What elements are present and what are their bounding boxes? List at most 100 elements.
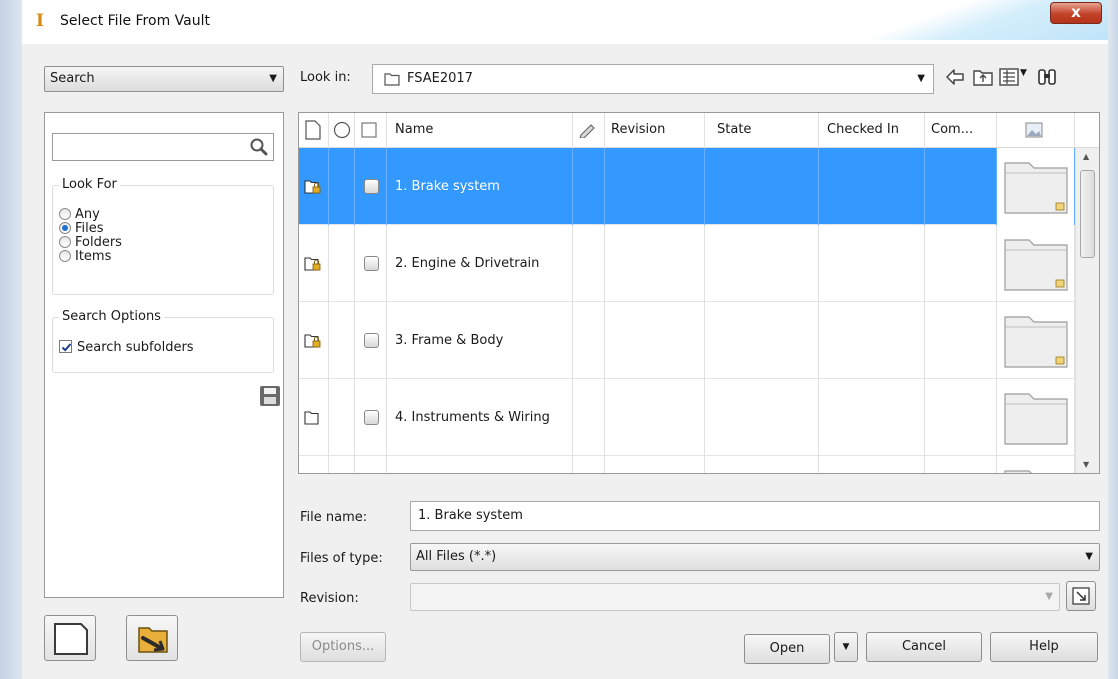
radio-files-label: Files <box>75 221 104 236</box>
radio-files[interactable]: Files <box>59 222 104 236</box>
row-comment-cell <box>925 148 997 225</box>
window-title: Select File From Vault <box>60 13 210 29</box>
look-for-legend: Look For <box>59 177 120 192</box>
row-checkbox[interactable] <box>364 179 379 194</box>
folder-icon <box>384 73 400 86</box>
save-search-icon[interactable] <box>259 385 281 407</box>
row-type-cell <box>299 302 329 379</box>
table-row[interactable]: 4. Instruments & Wiring <box>299 379 1075 456</box>
table-row[interactable] <box>299 456 1075 473</box>
row-status-cell <box>329 456 355 473</box>
row-comment-cell <box>925 456 997 473</box>
radio-folders[interactable]: Folders <box>59 236 122 250</box>
scrollbar-thumb[interactable] <box>1080 170 1095 258</box>
row-checked-in-cell <box>819 225 925 302</box>
row-thumbnail-cell <box>997 148 1075 225</box>
search-subfolders-checkbox[interactable] <box>59 340 72 353</box>
file-list[interactable]: Name Revision State Checked In Com... 1.… <box>298 112 1100 474</box>
window-frame-left <box>0 0 22 679</box>
column-revision[interactable]: Revision <box>597 113 705 148</box>
row-checkbox[interactable] <box>364 256 379 271</box>
checkbox-header-icon <box>361 122 377 138</box>
pencil-icon <box>579 124 595 139</box>
radio-files-button[interactable] <box>59 222 71 234</box>
radio-any-button[interactable] <box>59 208 71 220</box>
files-of-type-select[interactable]: All Files (*.*) ▼ <box>410 543 1100 571</box>
row-state-cell <box>705 148 819 225</box>
scroll-up-icon[interactable]: ▲ <box>1083 152 1089 161</box>
new-file-button[interactable] <box>44 615 96 661</box>
look-in-select[interactable]: FSAE2017 ▼ <box>372 64 934 94</box>
row-edit-cell <box>573 379 605 456</box>
row-edit-cell <box>573 456 605 473</box>
window-frame-right <box>1108 0 1118 679</box>
search-input[interactable] <box>52 133 274 161</box>
radio-items-button[interactable] <box>59 250 71 262</box>
folder-thumbnail-icon <box>1004 393 1068 445</box>
column-name[interactable]: Name <box>387 113 573 148</box>
column-comment[interactable]: Com... <box>925 113 997 148</box>
find-binoculars-icon[interactable] <box>1036 66 1058 88</box>
chevron-down-icon: ▼ <box>269 73 277 84</box>
help-button[interactable]: Help <box>990 632 1098 662</box>
row-checkbox-cell <box>355 456 387 473</box>
search-icon[interactable] <box>249 137 269 157</box>
look-in-label: Look in: <box>300 70 351 85</box>
scroll-down-icon[interactable]: ▼ <box>1083 460 1089 469</box>
locked-folder-icon <box>304 257 321 271</box>
row-comment-cell <box>925 302 997 379</box>
row-checkbox[interactable] <box>364 410 379 425</box>
row-revision-cell <box>605 148 705 225</box>
row-edit-cell <box>573 302 605 379</box>
title-bar[interactable]: I Select File From Vault x <box>22 0 1108 44</box>
open-options-dropdown[interactable]: ▼ <box>834 632 858 662</box>
open-folder-arrow-icon <box>138 627 168 653</box>
row-revision-cell <box>605 379 705 456</box>
row-type-cell <box>299 225 329 302</box>
column-type[interactable] <box>299 113 329 148</box>
table-row[interactable]: 3. Frame & Body <box>299 302 1075 379</box>
vertical-scrollbar[interactable]: ▲ ▼ <box>1075 148 1099 473</box>
browse-folder-button[interactable] <box>126 615 178 661</box>
file-name-input[interactable]: 1. Brake system <box>410 501 1100 531</box>
row-thumbnail-cell <box>997 225 1075 302</box>
radio-any[interactable]: Any <box>59 208 100 222</box>
open-button[interactable]: Open <box>744 634 830 664</box>
revision-select[interactable]: ▼ <box>410 583 1060 611</box>
up-folder-icon[interactable] <box>972 66 994 88</box>
cancel-button[interactable]: Cancel <box>866 632 982 662</box>
column-status[interactable] <box>329 113 355 148</box>
row-checked-in-cell <box>819 148 925 225</box>
folder-thumbnail-icon <box>1004 162 1068 214</box>
back-arrow-icon[interactable] <box>944 66 966 88</box>
locked-folder-icon <box>304 180 321 194</box>
look-for-group: Look For Any Files Folders Items <box>52 177 274 295</box>
dialog-window: I Select File From Vault x Search ▼ Look… <box>0 0 1118 679</box>
row-revision-cell <box>605 456 705 473</box>
column-checked-in[interactable]: Checked In <box>819 113 925 148</box>
row-checked-in-cell <box>819 302 925 379</box>
search-subfolders-option[interactable]: Search subfolders <box>59 340 194 355</box>
revision-expand-button[interactable] <box>1066 581 1096 611</box>
options-button[interactable]: Options... <box>300 632 386 662</box>
close-button[interactable]: x <box>1050 2 1102 24</box>
files-of-type-value: All Files (*.*) <box>416 549 497 564</box>
table-row[interactable]: 2. Engine & Drivetrain <box>299 225 1075 302</box>
row-type-cell <box>299 148 329 225</box>
column-thumbnail[interactable] <box>997 113 1075 148</box>
folder-thumbnail-icon <box>1004 239 1068 291</box>
radio-items[interactable]: Items <box>59 250 111 264</box>
row-thumbnail-cell <box>997 379 1075 456</box>
table-row[interactable]: 1. Brake system <box>299 148 1075 225</box>
view-menu-icon[interactable] <box>998 66 1020 88</box>
column-checkbox[interactable] <box>355 113 387 148</box>
new-document-icon <box>54 623 88 655</box>
row-checkbox[interactable] <box>364 333 379 348</box>
radio-folders-button[interactable] <box>59 236 71 248</box>
row-thumbnail-cell <box>997 456 1075 473</box>
row-revision-cell <box>605 302 705 379</box>
search-mode-select[interactable]: Search ▼ <box>44 66 284 92</box>
search-subfolders-label: Search subfolders <box>77 340 194 355</box>
row-state-cell <box>705 225 819 302</box>
column-state[interactable]: State <box>705 113 819 148</box>
